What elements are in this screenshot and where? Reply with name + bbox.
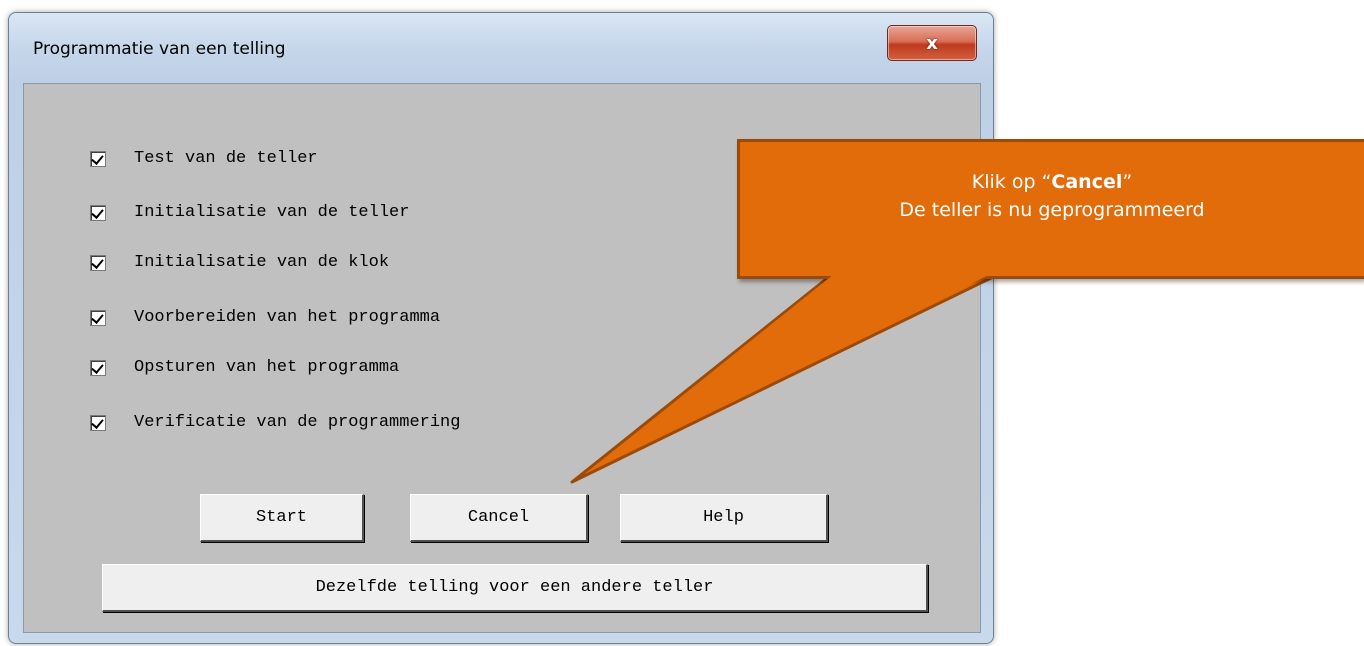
callout-text: Klik op “Cancel” De teller is nu geprogr… <box>740 168 1364 224</box>
callout-box: Klik op “Cancel” De teller is nu geprogr… <box>737 139 1364 279</box>
callout-pointer <box>570 274 997 484</box>
callout-bold-cancel: Cancel <box>1051 171 1123 193</box>
callout-line-1: Klik op “Cancel” <box>971 171 1133 193</box>
callout-line-2: De teller is nu geprogrammeerd <box>899 199 1205 221</box>
